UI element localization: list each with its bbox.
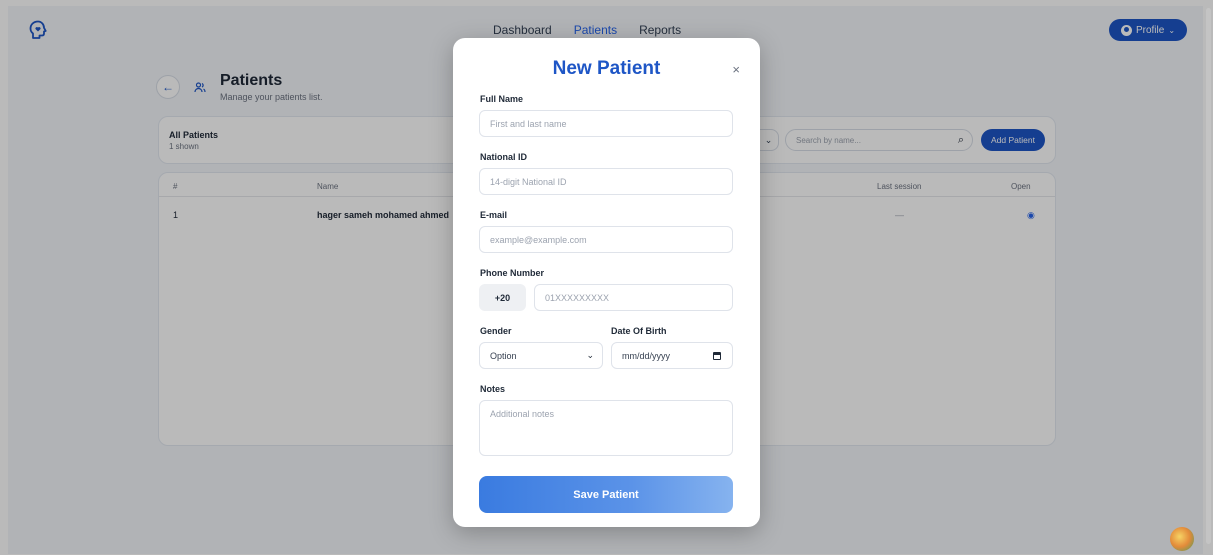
email-placeholder: example@example.com — [490, 235, 587, 245]
dob-field[interactable]: mm/dd/yyyy — [611, 342, 733, 369]
notes-placeholder: Additional notes — [490, 409, 555, 419]
national-id-label: National ID — [480, 152, 528, 162]
window-scrollbar[interactable] — [1206, 0, 1211, 555]
national-id-field[interactable]: 14-digit National ID — [479, 168, 733, 195]
save-patient-button[interactable]: Save Patient — [479, 476, 733, 513]
full-name-label: Full Name — [480, 94, 524, 104]
gender-select[interactable]: Option ⌄ — [479, 342, 603, 369]
gender-label: Gender — [480, 326, 512, 336]
calendar-icon[interactable] — [713, 352, 721, 360]
dob-label: Date Of Birth — [611, 326, 667, 336]
national-id-placeholder: 14-digit National ID — [490, 177, 567, 187]
full-name-placeholder: First and last name — [490, 119, 567, 129]
chevron-down-icon: ⌄ — [586, 350, 594, 360]
phone-field[interactable]: 01XXXXXXXXX — [534, 284, 733, 311]
dob-value: mm/dd/yyyy — [622, 351, 671, 361]
phone-placeholder: 01XXXXXXXXX — [545, 293, 610, 303]
modal-title: New Patient — [552, 58, 661, 79]
new-patient-modal: New Patient × Full Name First and last n… — [453, 38, 760, 527]
notes-textarea[interactable]: Additional notes — [479, 400, 733, 456]
phone-label: Phone Number — [480, 268, 545, 278]
scrollbar-thumb[interactable] — [1206, 8, 1211, 544]
gender-value: Option — [490, 351, 517, 361]
close-icon[interactable]: × — [732, 62, 740, 77]
email-field[interactable]: example@example.com — [479, 226, 733, 253]
country-code-prefix[interactable]: +20 — [479, 284, 526, 311]
assistant-avatar-icon[interactable] — [1170, 527, 1194, 551]
full-name-field[interactable]: First and last name — [479, 110, 733, 137]
email-label: E-mail — [480, 210, 508, 220]
notes-label: Notes — [480, 384, 506, 394]
